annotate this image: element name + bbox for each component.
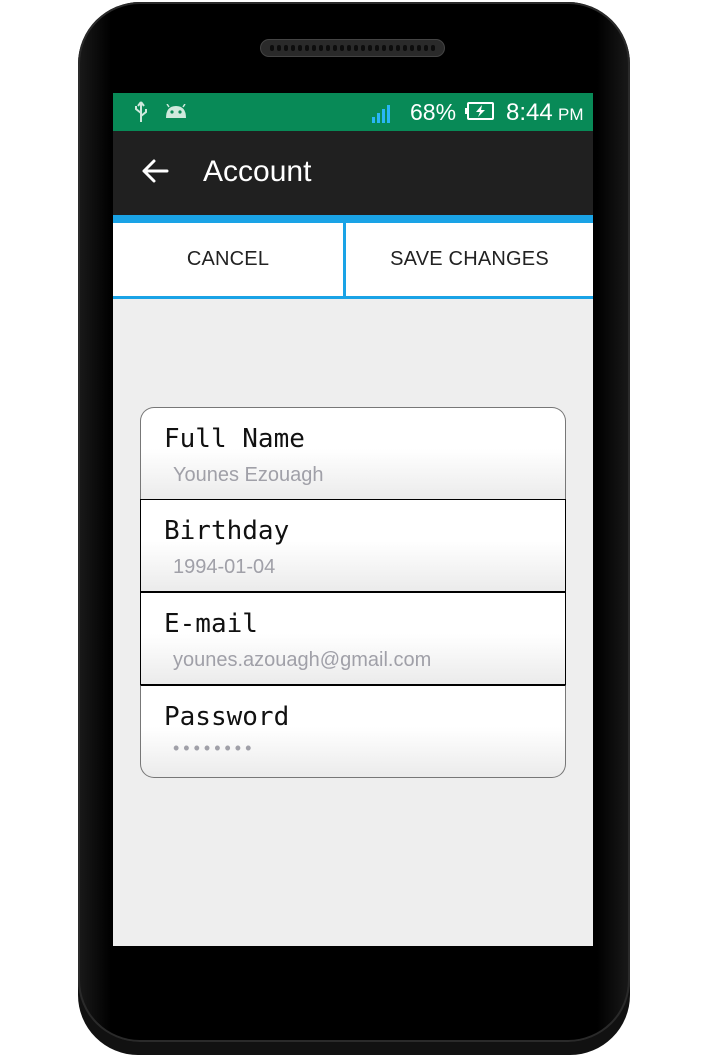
email-value: younes.azouagh@gmail.com [173,649,432,671]
android-icon [166,104,186,118]
password-field[interactable]: Password •••••••• [140,685,566,778]
status-bar: 68% 8:44 PM [113,93,593,131]
action-bar: CANCEL SAVE CHANGES [113,223,593,299]
save-changes-button[interactable]: SAVE CHANGES [346,223,593,296]
battery-percent: 68% [410,99,457,125]
full-name-value: Younes Ezouagh [173,464,324,486]
app-screen: 68% 8:44 PM Account CANCEL SAVE CHANGES … [113,93,593,946]
full-name-label: Full Name [164,424,305,454]
page-title: Account [203,155,312,188]
toolbar-accent-line [113,215,593,223]
birthday-value: 1994-01-04 [173,556,276,578]
clock-suffix: PM [558,105,584,124]
clock-time: 8:44 [506,99,553,126]
password-label: Password [164,702,290,732]
cancel-button[interactable]: CANCEL [113,223,346,296]
speaker-grille [260,39,445,57]
battery-charging-icon [465,102,494,120]
email-field[interactable]: E-mail younes.azouagh@gmail.com [140,592,566,685]
account-form: Full Name Younes Ezouagh Birthday 1994-0… [140,407,566,779]
birthday-field[interactable]: Birthday 1994-01-04 [140,499,566,592]
birthday-label: Birthday [164,516,290,546]
email-label: E-mail [164,609,258,639]
app-toolbar [113,131,593,215]
full-name-field[interactable]: Full Name Younes Ezouagh [140,407,566,500]
password-value: •••••••• [173,738,256,758]
usb-icon [135,101,147,122]
back-arrow-icon[interactable] [141,157,169,185]
signal-icon [372,105,390,123]
